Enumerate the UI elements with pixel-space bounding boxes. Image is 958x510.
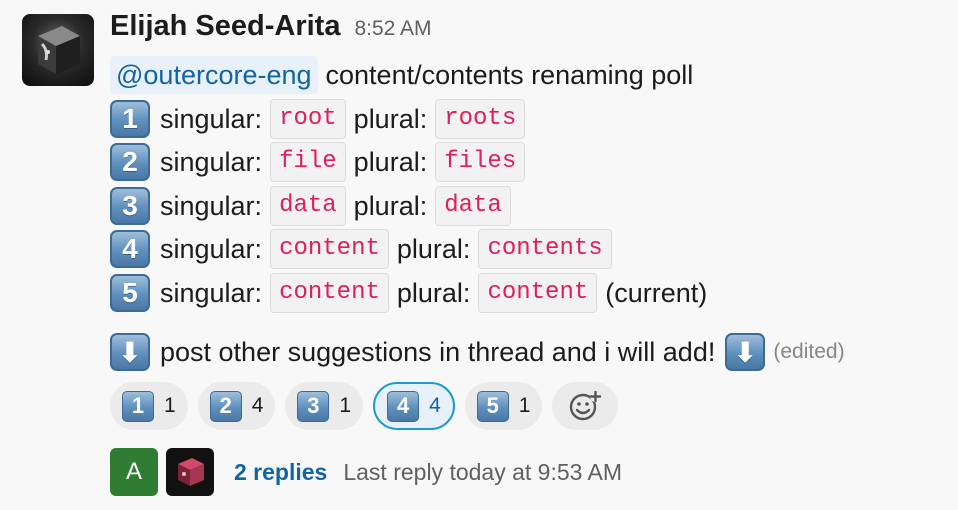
plural-label: plural: <box>353 146 428 177</box>
sender-name[interactable]: Elijah Seed-Arita <box>110 10 340 43</box>
intro-text: content/contents renaming poll <box>325 59 694 90</box>
reaction-count: 4 <box>251 394 264 417</box>
singular-label: singular: <box>160 190 263 221</box>
plural-code: roots <box>435 99 526 139</box>
sender-avatar[interactable] <box>22 14 94 86</box>
keycap-5-icon: 5 <box>110 274 150 312</box>
mention-link[interactable]: @outercore-eng <box>110 56 318 94</box>
plural-code: files <box>435 142 526 182</box>
replies-link[interactable]: 2 replies <box>234 459 327 486</box>
message-header: Elijah Seed-Arita 8:52 AM <box>110 10 432 50</box>
singular-label: singular: <box>160 233 263 264</box>
reaction-count: 1 <box>518 394 531 417</box>
edited-label: (edited) <box>773 340 845 363</box>
reaction-pill[interactable]: 3 1 <box>285 382 364 430</box>
reaction-pill[interactable]: 5 1 <box>464 382 543 430</box>
singular-code: content <box>270 273 389 313</box>
keycap-4-icon: 4 <box>387 390 420 422</box>
reactions-bar: 1 1 2 4 3 1 4 4 5 1 <box>110 382 628 430</box>
plural-label: plural: <box>396 233 471 264</box>
add-emoji-icon <box>570 390 602 421</box>
message-timestamp[interactable]: 8:52 AM <box>354 17 431 41</box>
arrow-down-icon: ⬇ <box>725 333 766 371</box>
reaction-pill[interactable]: 2 4 <box>197 382 276 430</box>
singular-code: data <box>270 186 346 226</box>
plural-code: content <box>478 273 598 313</box>
poll-option: 2 singular: file plural: files <box>110 142 533 182</box>
reply-avatar[interactable]: A <box>110 448 158 496</box>
thread-summary[interactable]: A 2 replies Last reply today at 9:53 AM <box>110 448 622 496</box>
singular-code: file <box>270 142 346 182</box>
singular-code: content <box>270 229 389 269</box>
keycap-3-icon: 3 <box>110 187 150 225</box>
plural-label: plural: <box>396 277 471 308</box>
reaction-pill-active[interactable]: 4 4 <box>373 382 455 430</box>
poll-option: 5 singular: content plural: content (cur… <box>110 273 707 313</box>
keycap-3-icon: 3 <box>297 390 330 422</box>
option-suffix: (current) <box>605 277 708 308</box>
closing-text: post other suggestions in thread and i w… <box>160 336 716 367</box>
avatar-image-icon <box>178 458 204 486</box>
keycap-1-icon: 1 <box>110 100 150 138</box>
reaction-pill[interactable]: 1 1 <box>110 382 188 430</box>
arrow-down-icon: ⬇ <box>110 333 150 371</box>
last-reply-text: Last reply today at 9:53 AM <box>343 458 623 485</box>
plural-label: plural: <box>353 190 428 221</box>
keycap-5-icon: 5 <box>476 390 509 422</box>
singular-label: singular: <box>160 103 263 134</box>
reaction-count: 4 <box>429 394 441 417</box>
poll-option: 3 singular: data plural: data <box>110 186 519 226</box>
poll-option: 4 singular: content plural: contents <box>110 229 620 269</box>
plural-code: data <box>435 186 511 226</box>
keycap-4-icon: 4 <box>110 230 150 268</box>
singular-label: singular: <box>160 277 263 308</box>
plural-label: plural: <box>353 103 428 134</box>
singular-label: singular: <box>160 146 263 177</box>
poll-option: 1 singular: root plural: roots <box>110 99 533 139</box>
reaction-count: 1 <box>339 394 352 417</box>
add-reaction-button[interactable] <box>552 382 619 430</box>
keycap-1-icon: 1 <box>122 390 154 422</box>
message: Elijah Seed-Arita 8:52 AM @outercore-eng… <box>0 0 958 510</box>
reply-avatar[interactable] <box>166 448 214 496</box>
plural-code: contents <box>478 229 612 269</box>
intro-line: @outercore-eng content/contents renaming… <box>110 56 693 94</box>
singular-code: root <box>270 99 346 139</box>
keycap-2-icon: 2 <box>209 390 242 422</box>
avatar-image-icon <box>38 26 80 74</box>
keycap-2-icon: 2 <box>110 143 150 181</box>
reaction-count: 1 <box>164 394 176 417</box>
closing-line: ⬇ post other suggestions in thread and i… <box>110 333 845 371</box>
